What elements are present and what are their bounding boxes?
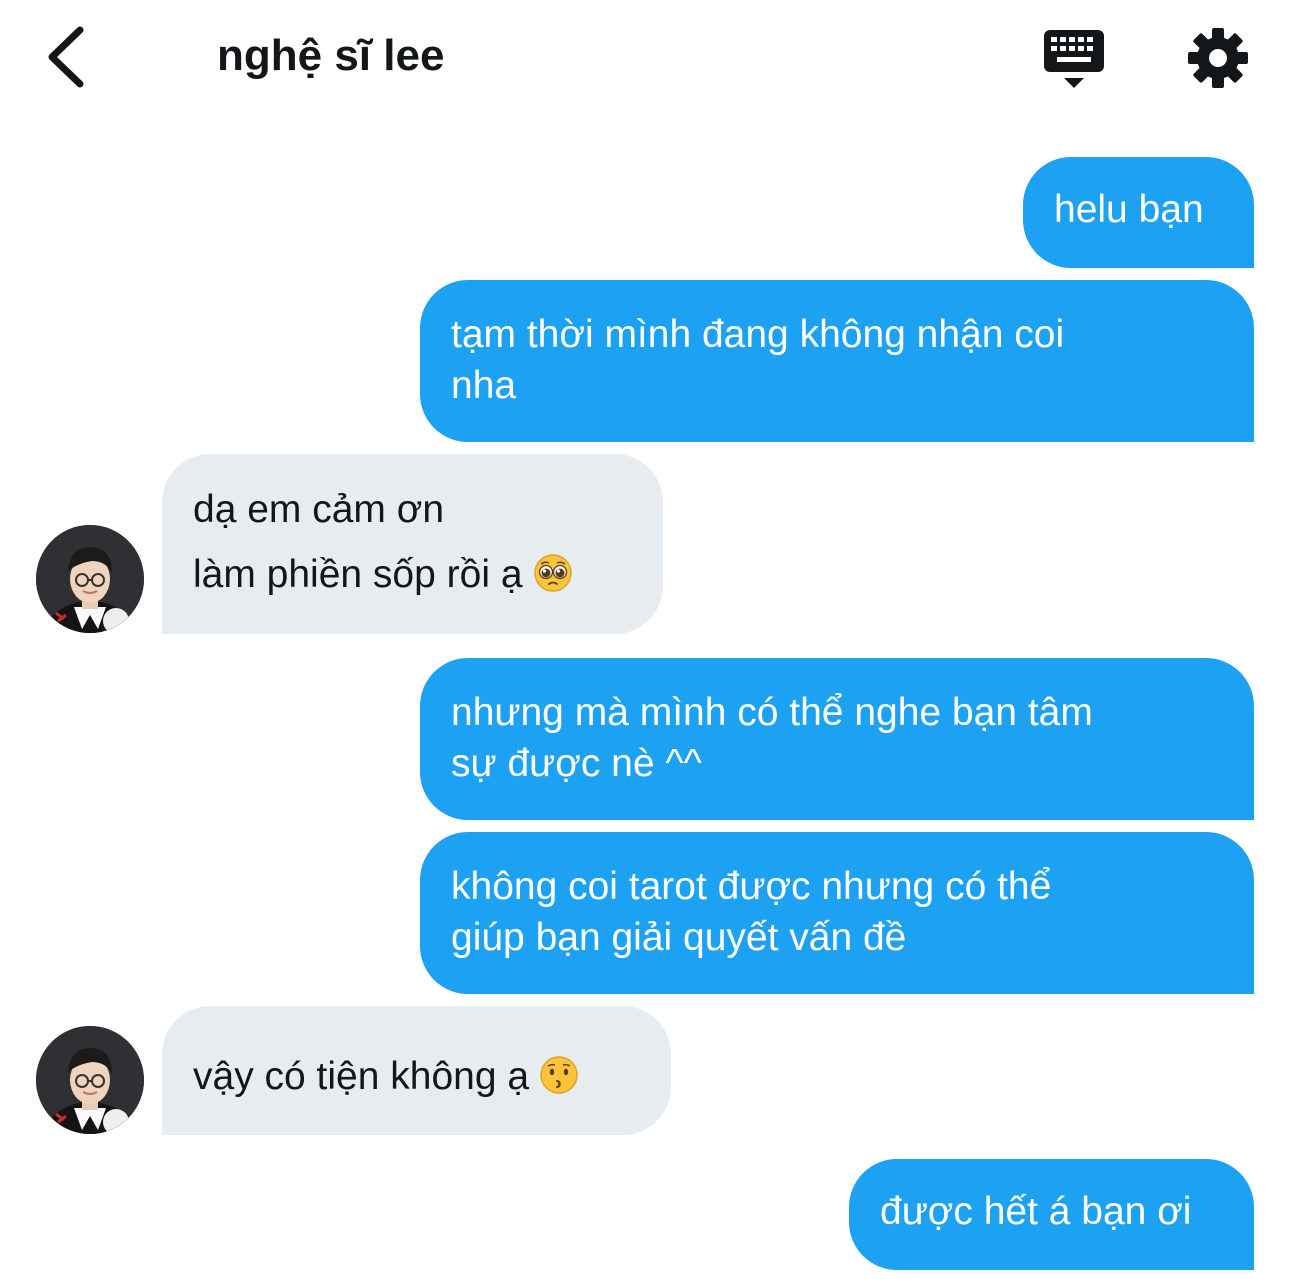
message-line: vậy có tiện không ạ [193,1051,641,1102]
message-text: nha [451,364,517,407]
sent-message-bubble[interactable]: nhưng mà mình có thể nghe bạn tâm sự đượ… [420,658,1254,820]
message-text: làm phiền sốp rồi ạ [193,553,523,596]
message-text: dạ em cảm ơn [193,488,445,531]
message-text: tạm thời mình đang không nhận coi [451,313,1065,356]
avatar[interactable] [36,1026,144,1134]
avatar[interactable] [36,525,144,633]
sent-message-bubble[interactable]: không coi tarot được nhưng có thể giúp b… [420,832,1254,994]
message-text: giúp bạn giải quyết vấn đề [451,916,907,959]
keyboard-button[interactable] [1040,26,1108,90]
conversation-header: nghệ sĩ lee [0,0,1290,115]
message-text: helu bạn [1054,188,1204,231]
message-text: nhưng mà mình có thể nghe bạn tâm [451,691,1093,734]
message-text: sự được nè ^^ [451,742,702,785]
profile-photo [36,525,144,633]
conversation-title[interactable]: nghệ sĩ lee [217,28,444,84]
message-text: không coi tarot được nhưng có thể [451,865,1052,908]
kissing-face-icon [540,1056,578,1094]
message-text: được hết á bạn ơi [880,1190,1192,1233]
received-message-bubble[interactable]: dạ em cảm ơn làm phiền sốp rồi ạ [162,454,663,634]
chevron-left-icon [48,26,84,88]
back-button[interactable] [38,22,98,92]
keyboard-icon [1044,30,1104,88]
profile-photo [36,1026,144,1134]
message-text: vậy có tiện không ạ [193,1055,530,1098]
message-line: làm phiền sốp rồi ạ [193,549,633,600]
pleading-face-icon [533,554,572,592]
settings-button[interactable] [1185,25,1251,91]
gear-icon [1188,28,1248,88]
received-message-bubble[interactable]: vậy có tiện không ạ [162,1006,671,1135]
sent-message-bubble[interactable]: được hết á bạn ơi [849,1159,1254,1270]
sent-message-bubble[interactable]: tạm thời mình đang không nhận coi nha [420,280,1254,442]
sent-message-bubble[interactable]: helu bạn [1023,157,1254,268]
